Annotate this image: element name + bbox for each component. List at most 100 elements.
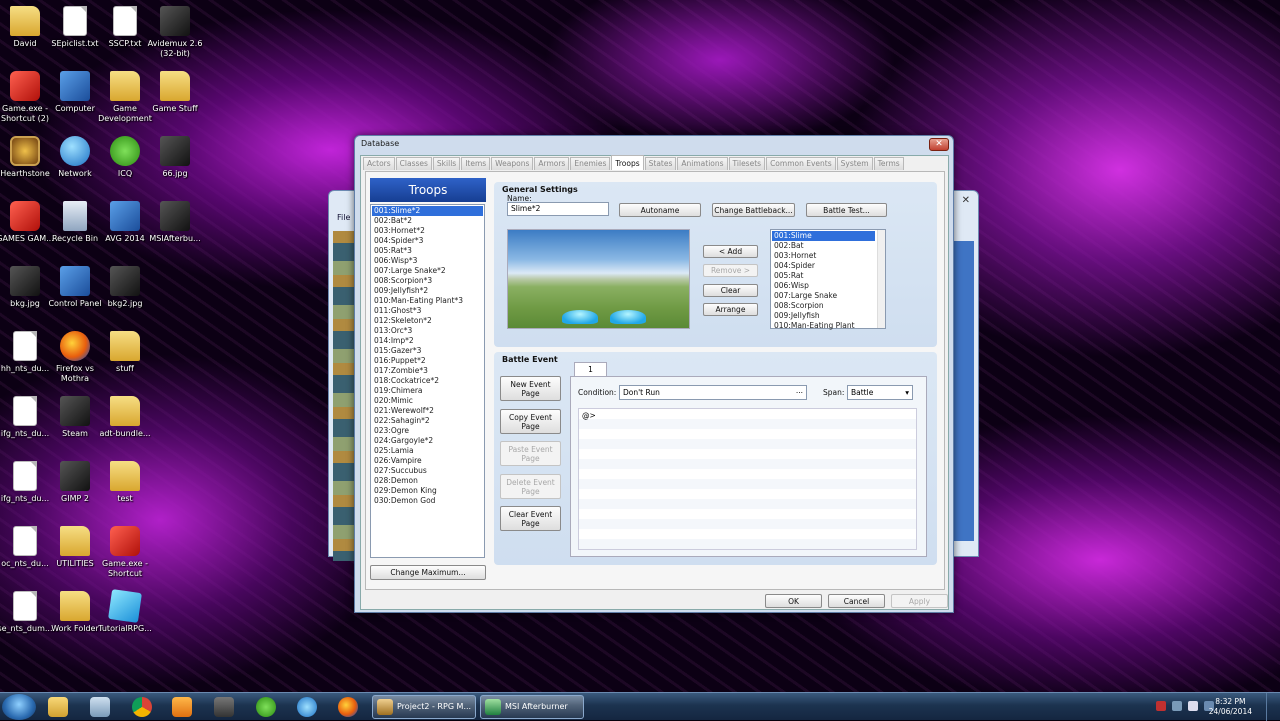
troop-list-item[interactable]: 024:Gargoyle*2 <box>372 436 483 446</box>
clear-enemies-button[interactable]: Clear <box>703 284 758 297</box>
troop-list-item[interactable]: 023:Ogre <box>372 426 483 436</box>
enemy-list-item[interactable]: 001:Slime <box>772 231 875 241</box>
troop-list-item[interactable]: 013:Orc*3 <box>372 326 483 336</box>
tray-icon[interactable] <box>1156 701 1166 711</box>
enemy-list-item[interactable]: 002:Bat <box>772 241 875 251</box>
troop-list-item[interactable]: 030:Demon God <box>372 496 483 506</box>
add-enemy-button[interactable]: < Add <box>703 245 758 258</box>
command-line[interactable]: @> <box>582 411 596 420</box>
enemy-list[interactable]: 001:Slime 002:Bat 003:Hornet 004:Spider 005:… <box>770 229 886 331</box>
troop-battle-preview[interactable] <box>507 229 690 329</box>
troop-list-item[interactable]: 027:Succubus <box>372 466 483 476</box>
volume-tray-icon[interactable] <box>1188 701 1198 711</box>
gimp-icon[interactable] <box>214 697 234 717</box>
arrange-enemies-button[interactable]: Arrange <box>703 303 758 316</box>
enemy-list-scrollbar[interactable] <box>877 230 885 328</box>
troop-list-item[interactable]: 009:Jellyfish*2 <box>372 286 483 296</box>
troop-list-item[interactable]: 018:Cockatrice*2 <box>372 376 483 386</box>
troop-list-item[interactable]: 016:Puppet*2 <box>372 356 483 366</box>
calculator-icon[interactable] <box>90 697 110 717</box>
start-button[interactable] <box>2 694 36 720</box>
troop-list-item[interactable]: 005:Rat*3 <box>372 246 483 256</box>
autoname-button[interactable]: Autoname <box>619 203 701 217</box>
tab-common-events[interactable]: Common Events <box>766 157 836 170</box>
system-clock[interactable]: 8:32 PM 24/06/2014 <box>1209 697 1252 717</box>
enemy-list-item[interactable]: 003:Hornet <box>772 251 875 261</box>
troop-name-input[interactable]: Slime*2 <box>507 202 609 216</box>
troop-list-item[interactable]: 019:Chimera <box>372 386 483 396</box>
tab-classes[interactable]: Classes <box>395 157 432 170</box>
enemy-list-item[interactable]: 005:Rat <box>772 271 875 281</box>
new-event-page-button[interactable]: New Event Page <box>500 376 561 401</box>
desktop-icon[interactable]: test <box>94 461 156 504</box>
desktop-icon[interactable]: bkg2.jpg <box>94 266 156 309</box>
troop-list-item[interactable]: 025:Lamia <box>372 446 483 456</box>
troop-list-item[interactable]: 029:Demon King <box>372 486 483 496</box>
desktop-icon[interactable]: Avidemux 2.6 (32-bit) <box>144 6 206 59</box>
troop-list-item[interactable]: 001:Slime*2 <box>372 206 483 216</box>
background-window-scrollbar[interactable] <box>954 241 974 541</box>
tab-enemies[interactable]: Enemies <box>570 157 611 170</box>
icq-flower-icon[interactable] <box>256 697 276 717</box>
troop-list-item[interactable]: 008:Scorpion*3 <box>372 276 483 286</box>
cancel-button[interactable]: Cancel <box>828 594 885 608</box>
remove-enemy-button[interactable]: Remove > <box>703 264 758 277</box>
tab-tilesets[interactable]: Tilesets <box>728 157 766 170</box>
troop-list-item[interactable]: 012:Skeleton*2 <box>372 316 483 326</box>
troop-list-item[interactable]: 003:Hornet*2 <box>372 226 483 236</box>
tab-actors[interactable]: Actors <box>363 157 395 170</box>
taskbar-task-button[interactable]: MSI Afterburner <box>480 695 584 719</box>
show-desktop-button[interactable] <box>1266 693 1280 721</box>
tab-skills[interactable]: Skills <box>432 157 461 170</box>
troop-list-item[interactable]: 028:Demon <box>372 476 483 486</box>
troop-list-item[interactable]: 021:Werewolf*2 <box>372 406 483 416</box>
chrome-icon[interactable] <box>132 697 152 717</box>
explorer-folder-icon[interactable] <box>48 697 68 717</box>
troop-list-item[interactable]: 004:Spider*3 <box>372 236 483 246</box>
change-battleback-button[interactable]: Change Battleback... <box>712 203 795 217</box>
troop-list-item[interactable]: 017:Zombie*3 <box>372 366 483 376</box>
ellipsis-icon[interactable]: ... <box>796 384 803 397</box>
troop-list-item[interactable]: 006:Wisp*3 <box>372 256 483 266</box>
condition-field[interactable]: Don't Run ... <box>619 385 807 400</box>
enemy-list-item[interactable]: 008:Scorpion <box>772 301 875 311</box>
battle-test-button[interactable]: Battle Test... <box>806 203 887 217</box>
desktop-icon[interactable]: 66.jpg <box>144 136 206 179</box>
enemy-list-item[interactable]: 007:Large Snake <box>772 291 875 301</box>
troop-list-item[interactable]: 014:Imp*2 <box>372 336 483 346</box>
taskbar-task-button[interactable]: Project2 - RPG M... <box>372 695 476 719</box>
media-player-icon[interactable] <box>172 697 192 717</box>
copy-event-page-button[interactable]: Copy Event Page <box>500 409 561 434</box>
troop-list-item[interactable]: 026:Vampire <box>372 456 483 466</box>
troop-list-item[interactable]: 007:Large Snake*2 <box>372 266 483 276</box>
desktop-icon[interactable]: adt-bundle... <box>94 396 156 439</box>
desktop-icon[interactable]: Game.exe - Shortcut <box>94 526 156 579</box>
enemy-list-item[interactable]: 009:Jellyfish <box>772 311 875 321</box>
enemy-list-item[interactable]: 006:Wisp <box>772 281 875 291</box>
enemy-list-item[interactable]: 010:Man-Eating Plant <box>772 321 875 331</box>
troop-list-item[interactable]: 015:Gazer*3 <box>372 346 483 356</box>
ok-button[interactable]: OK <box>765 594 822 608</box>
paste-event-page-button[interactable]: Paste Event Page <box>500 441 561 466</box>
tab-system[interactable]: System <box>836 157 873 170</box>
delete-event-page-button[interactable]: Delete Event Page <box>500 474 561 499</box>
tab-armors[interactable]: Armors <box>534 157 570 170</box>
tab-troops[interactable]: Troops <box>611 155 644 170</box>
desktop-icon[interactable]: stuff <box>94 331 156 374</box>
clear-event-page-button[interactable]: Clear Event Page <box>500 506 561 531</box>
enemy-list-item[interactable]: 004:Spider <box>772 261 875 271</box>
desktop-icon[interactable]: Game Stuff <box>144 71 206 114</box>
tab-states[interactable]: States <box>644 157 677 170</box>
troop-list-item[interactable]: 002:Bat*2 <box>372 216 483 226</box>
troop-list-item[interactable]: 020:Mimic <box>372 396 483 406</box>
troop-list-item[interactable]: 010:Man-Eating Plant*3 <box>372 296 483 306</box>
event-command-list[interactable]: @> <box>578 408 917 550</box>
internet-explorer-icon[interactable] <box>297 697 317 717</box>
tab-terms[interactable]: Terms <box>873 157 904 170</box>
desktop-icon[interactable]: TutorialRPG... <box>94 589 156 634</box>
file-menu[interactable]: File <box>337 213 350 222</box>
dialog-close-button[interactable]: ✕ <box>929 138 949 151</box>
troop-list[interactable]: 001:Slime*2 002:Bat*2 003:Hornet*2 004:Spid… <box>370 204 485 558</box>
network-tray-icon[interactable] <box>1172 701 1182 711</box>
close-icon[interactable]: ✕ <box>962 195 970 206</box>
